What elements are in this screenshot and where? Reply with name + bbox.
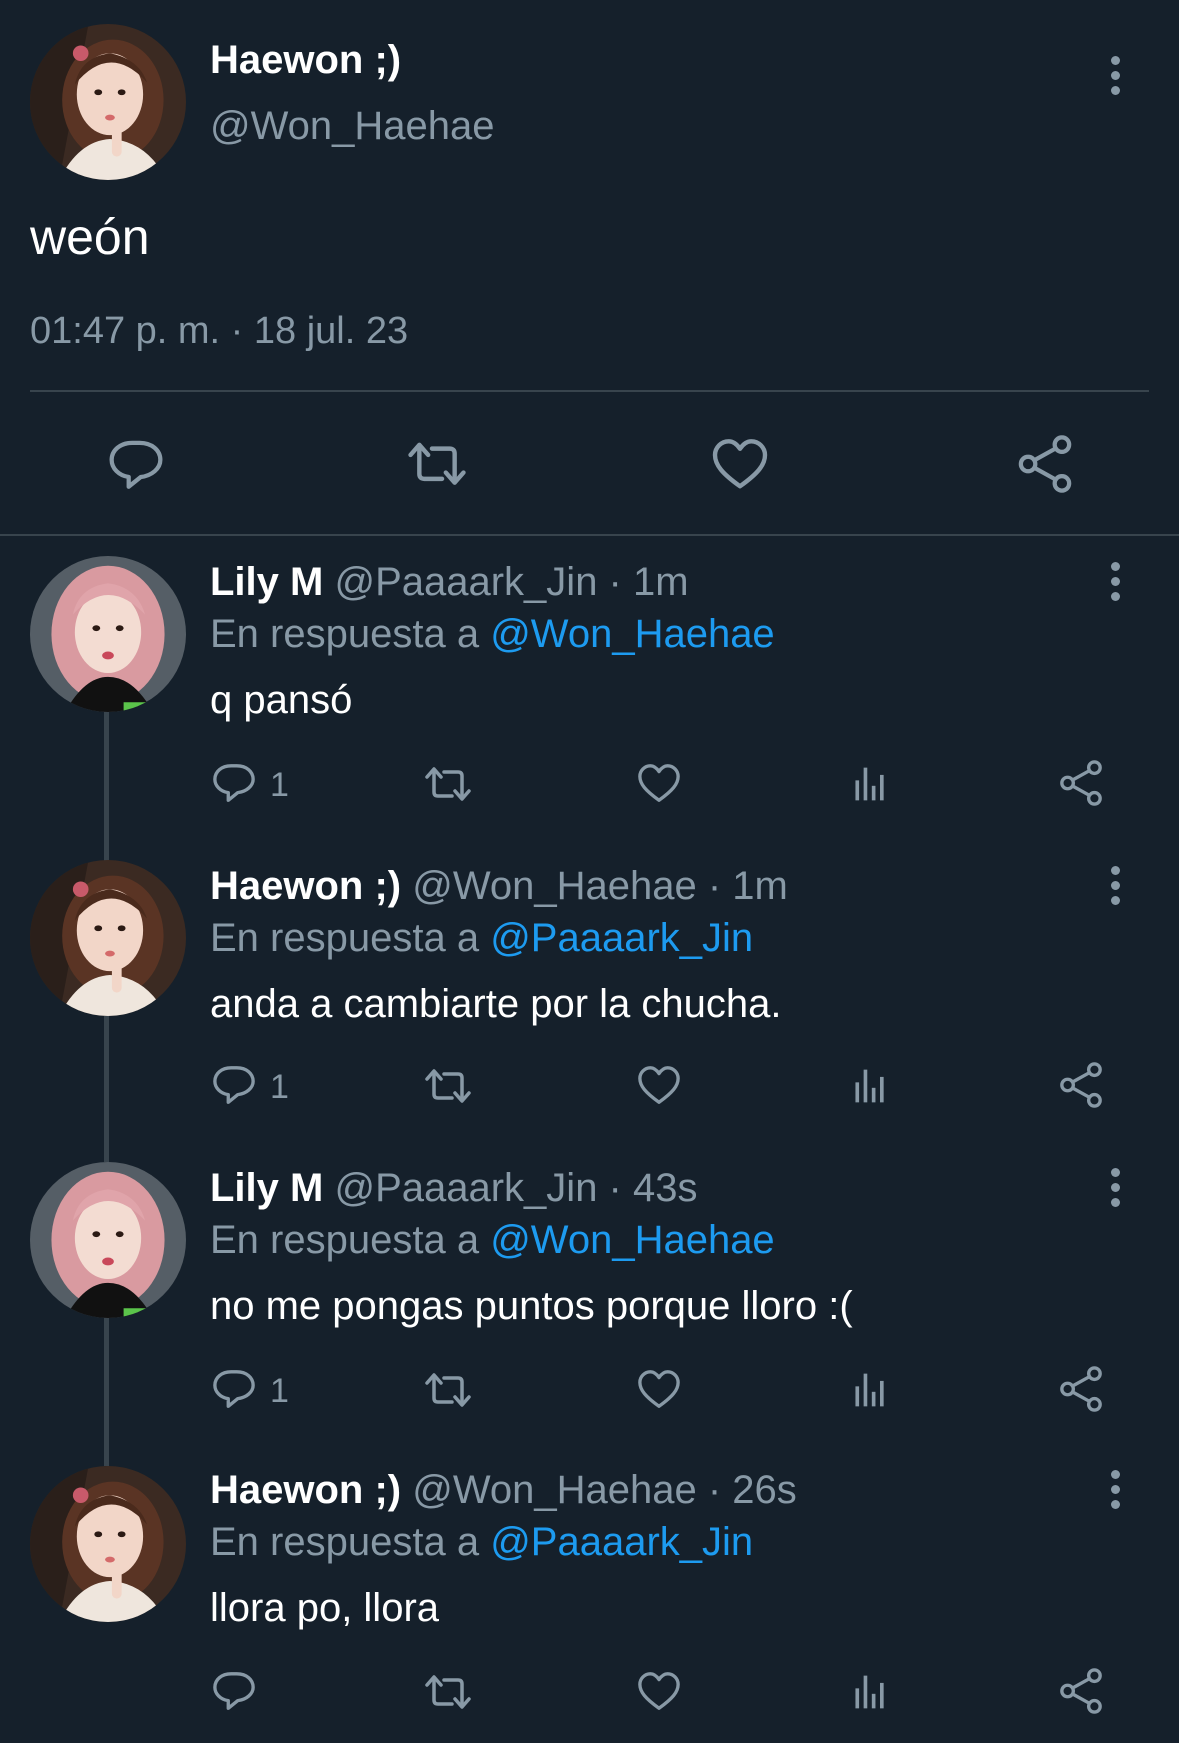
thread-line [104,1016,109,1162]
share-icon[interactable] [1058,1668,1104,1714]
retweet-icon[interactable] [422,1064,474,1110]
heart-icon[interactable] [636,1064,682,1108]
tweet-text: anda a cambiarte por la chucha. [210,982,782,1026]
share-icon[interactable] [1058,1062,1104,1108]
reply-to-link[interactable]: @Paaaark_Jin [490,1520,753,1564]
section-divider [0,534,1179,536]
reply-icon[interactable] [108,438,164,494]
display-name[interactable]: Lily M [210,560,323,604]
display-name[interactable]: Haewon ;) [210,38,401,83]
reply-icon[interactable] [212,1670,256,1714]
reply-prefix: En respuesta a [210,916,480,960]
avatar[interactable] [30,1466,186,1622]
more-vertical-icon[interactable] [1105,52,1125,100]
heart-icon[interactable] [710,436,770,494]
heart-icon[interactable] [636,1368,682,1412]
handle-time[interactable]: @Won_Haehae · 26s [412,1468,797,1512]
more-vertical-icon[interactable] [1105,558,1125,606]
timestamp: 01:47 p. m. · 18 jul. 23 [30,310,409,352]
share-icon[interactable] [1058,760,1104,806]
avatar[interactable] [30,556,186,712]
views-icon[interactable] [850,1672,890,1712]
reply-prefix: En respuesta a [210,612,480,656]
tweet-text: weón [30,209,150,265]
thread-line [104,712,109,862]
views-icon[interactable] [850,764,890,804]
display-name[interactable]: Haewon ;) [210,864,401,908]
reply-icon[interactable] [212,1368,256,1412]
more-vertical-icon[interactable] [1105,1164,1125,1212]
views-icon[interactable] [850,1370,890,1410]
reply-count: 1 [270,766,289,804]
views-icon[interactable] [850,1066,890,1106]
tweet-text: llora po, llora [210,1586,440,1630]
handle-time[interactable]: @Won_Haehae · 1m [412,864,788,908]
handle[interactable]: @Won_Haehae [210,104,495,149]
reply-prefix: En respuesta a [210,1520,480,1564]
reply-icon[interactable] [212,1064,256,1108]
avatar[interactable] [30,24,186,180]
retweet-icon[interactable] [422,1368,474,1414]
display-name[interactable]: Haewon ;) [210,1468,401,1512]
reply-count: 1 [270,1372,289,1410]
reply-to-link[interactable]: @Paaaark_Jin [490,916,753,960]
heart-icon[interactable] [636,1670,682,1714]
reply-prefix: En respuesta a [210,1218,480,1262]
heart-icon[interactable] [636,762,682,806]
divider [30,390,1149,392]
retweet-icon[interactable] [422,1670,474,1716]
avatar[interactable] [30,860,186,1016]
tweet-text: no me pongas puntos porque lloro :( [210,1284,853,1328]
retweet-icon[interactable] [404,436,470,494]
tweet-text: q pansó [210,678,353,722]
handle-time[interactable]: @Paaaark_Jin · 43s [334,1166,697,1210]
thread-line [104,1318,109,1466]
retweet-icon[interactable] [422,762,474,808]
reply-icon[interactable] [212,762,256,806]
display-name[interactable]: Lily M [210,1166,323,1210]
reply-count: 1 [270,1068,289,1106]
share-icon[interactable] [1016,434,1074,494]
handle-time[interactable]: @Paaaark_Jin · 1m [334,560,688,604]
reply-to-link[interactable]: @Won_Haehae [490,612,775,656]
more-vertical-icon[interactable] [1105,862,1125,910]
share-icon[interactable] [1058,1366,1104,1412]
avatar[interactable] [30,1162,186,1318]
more-vertical-icon[interactable] [1105,1466,1125,1514]
reply-to-link[interactable]: @Won_Haehae [490,1218,775,1262]
